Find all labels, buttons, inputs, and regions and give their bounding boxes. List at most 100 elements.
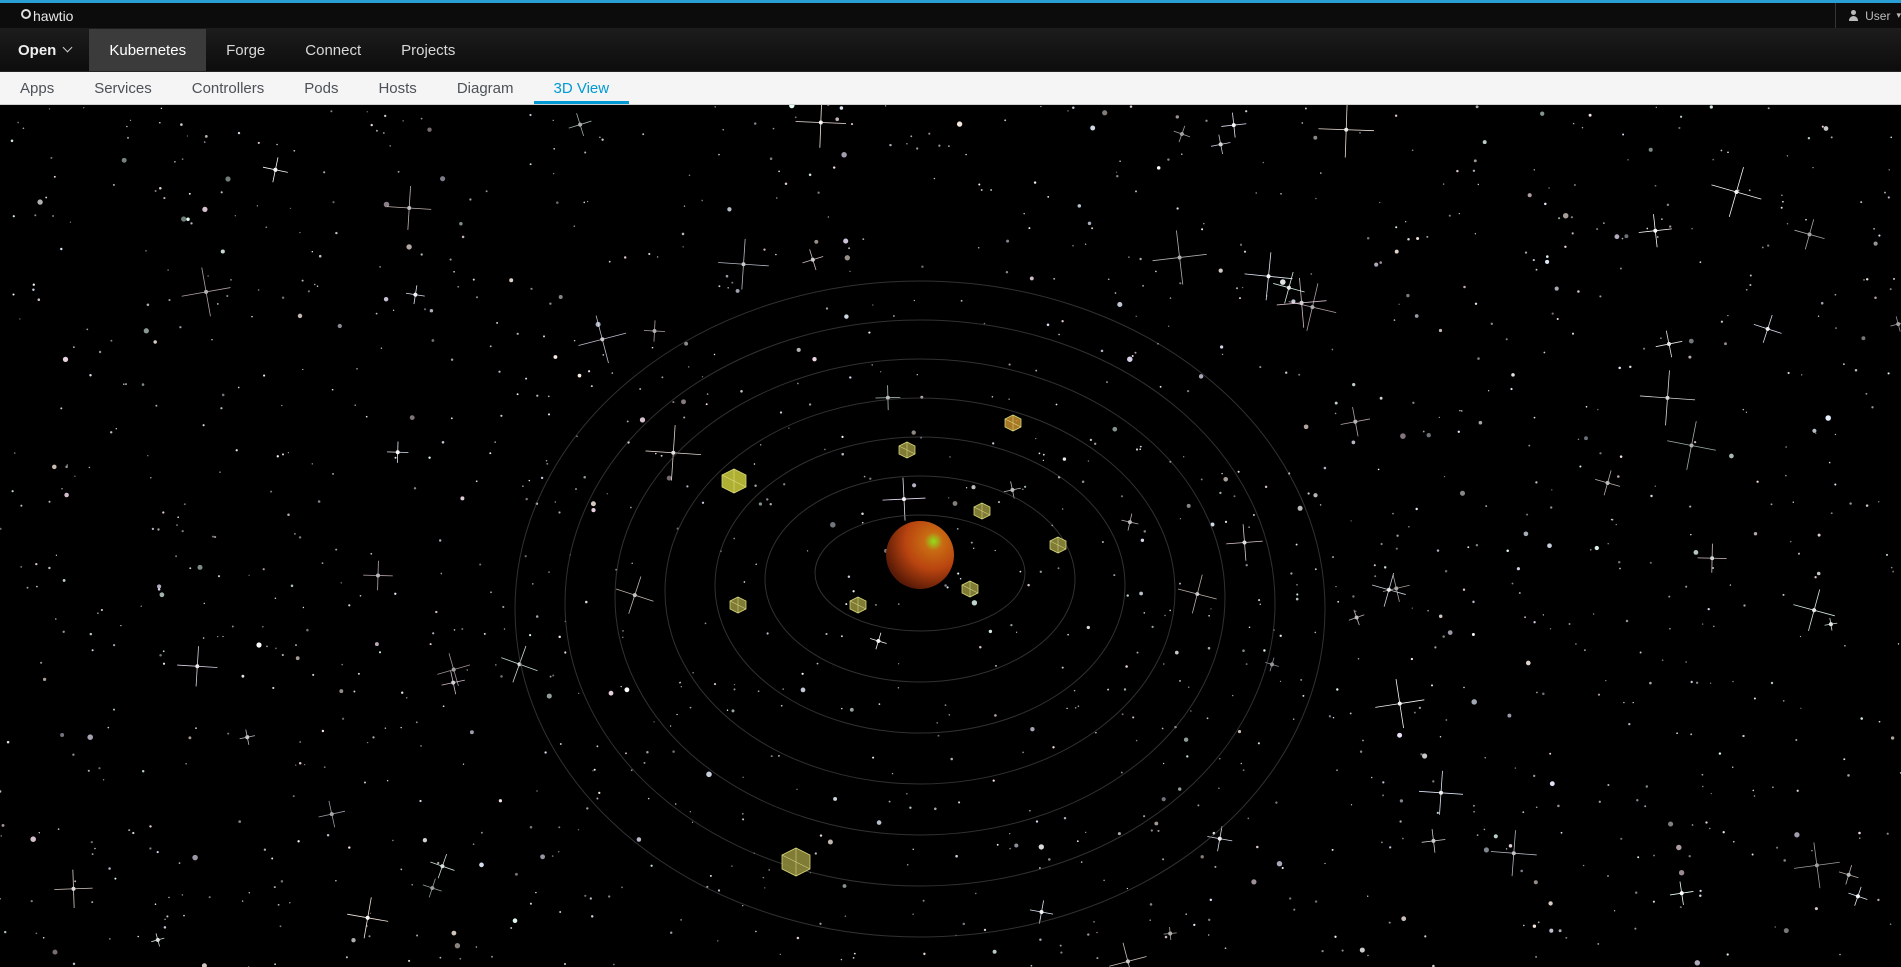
tab-hosts[interactable]: Hosts [358, 72, 436, 104]
star [1324, 862, 1326, 865]
star [1431, 684, 1433, 687]
star [546, 693, 552, 699]
star [26, 586, 29, 589]
star [1676, 844, 1682, 851]
star [1422, 753, 1428, 759]
star [672, 401, 675, 404]
star [620, 685, 622, 688]
star [681, 399, 686, 405]
star [1296, 583, 1298, 586]
star [6, 740, 10, 744]
star [722, 128, 725, 131]
user-icon [1848, 10, 1859, 21]
star [1209, 898, 1213, 902]
star [1668, 595, 1671, 598]
star [642, 133, 645, 136]
star [420, 117, 423, 120]
star [1157, 829, 1160, 832]
pod-cube[interactable] [729, 596, 747, 614]
star [1444, 570, 1448, 573]
star [241, 900, 244, 902]
user-menu[interactable]: User ▾ [1835, 3, 1901, 28]
star [297, 313, 303, 319]
star [1619, 455, 1623, 458]
star [1006, 239, 1010, 243]
star [1475, 544, 1479, 547]
star [439, 956, 442, 959]
star [1218, 268, 1223, 273]
star [892, 315, 895, 317]
star [20, 565, 23, 568]
pod-cube[interactable] [721, 468, 747, 494]
pod-cube[interactable] [973, 502, 991, 520]
star [274, 597, 277, 600]
star [237, 131, 241, 135]
star [1169, 297, 1172, 299]
star [994, 714, 997, 717]
tab-3d-view[interactable]: 3D View [533, 72, 630, 104]
star [1787, 371, 1790, 375]
planet-sphere[interactable] [886, 521, 954, 589]
star [160, 107, 163, 110]
star [717, 889, 721, 892]
star [1197, 804, 1200, 807]
star [230, 279, 232, 281]
sparkle-star [1667, 421, 1716, 470]
star [1637, 856, 1640, 859]
pod-cube[interactable] [898, 441, 916, 459]
star [415, 721, 418, 724]
star [314, 283, 316, 286]
star [1214, 865, 1217, 868]
pod-cube[interactable] [1049, 536, 1067, 554]
star [1646, 227, 1649, 230]
star [681, 232, 685, 236]
star [764, 887, 766, 889]
star [281, 453, 285, 456]
nav-connect[interactable]: Connect [285, 29, 381, 71]
star [678, 682, 681, 684]
brand-logo[interactable]: hawtio [0, 8, 73, 24]
star [1120, 495, 1124, 498]
tab-apps[interactable]: Apps [0, 72, 74, 104]
pod-cube[interactable] [781, 847, 811, 877]
tab-services[interactable]: Services [74, 72, 172, 104]
tab-controllers[interactable]: Controllers [172, 72, 285, 104]
star [1206, 717, 1209, 720]
star [211, 535, 215, 538]
star [141, 383, 145, 386]
star [145, 250, 147, 252]
star [496, 321, 499, 324]
star [11, 490, 14, 493]
nav-projects[interactable]: Projects [381, 29, 475, 71]
open-menu-button[interactable]: Open [0, 29, 89, 71]
star [1255, 192, 1257, 194]
3d-view-canvas[interactable] [0, 105, 1901, 967]
star [1156, 166, 1161, 170]
star [833, 796, 838, 801]
star [713, 353, 716, 356]
pod-cube[interactable] [961, 580, 979, 598]
star [1718, 752, 1722, 755]
star [650, 864, 653, 867]
star [1565, 936, 1568, 939]
tab-diagram[interactable]: Diagram [437, 72, 534, 104]
star [1860, 717, 1863, 720]
pod-cube[interactable] [849, 596, 867, 614]
star [140, 605, 142, 607]
star [475, 946, 478, 948]
star [141, 769, 145, 773]
star [1120, 771, 1123, 774]
star [1350, 804, 1353, 806]
tab-pods[interactable]: Pods [284, 72, 358, 104]
star [498, 799, 503, 803]
pod-cube[interactable] [1004, 414, 1022, 432]
star [1562, 212, 1569, 219]
star [462, 763, 465, 765]
nav-forge[interactable]: Forge [206, 29, 285, 71]
star [905, 792, 908, 795]
star [516, 393, 519, 396]
star [1136, 651, 1139, 654]
orbit-ring [614, 358, 1226, 836]
nav-kubernetes[interactable]: Kubernetes [89, 29, 207, 71]
star [545, 459, 548, 462]
